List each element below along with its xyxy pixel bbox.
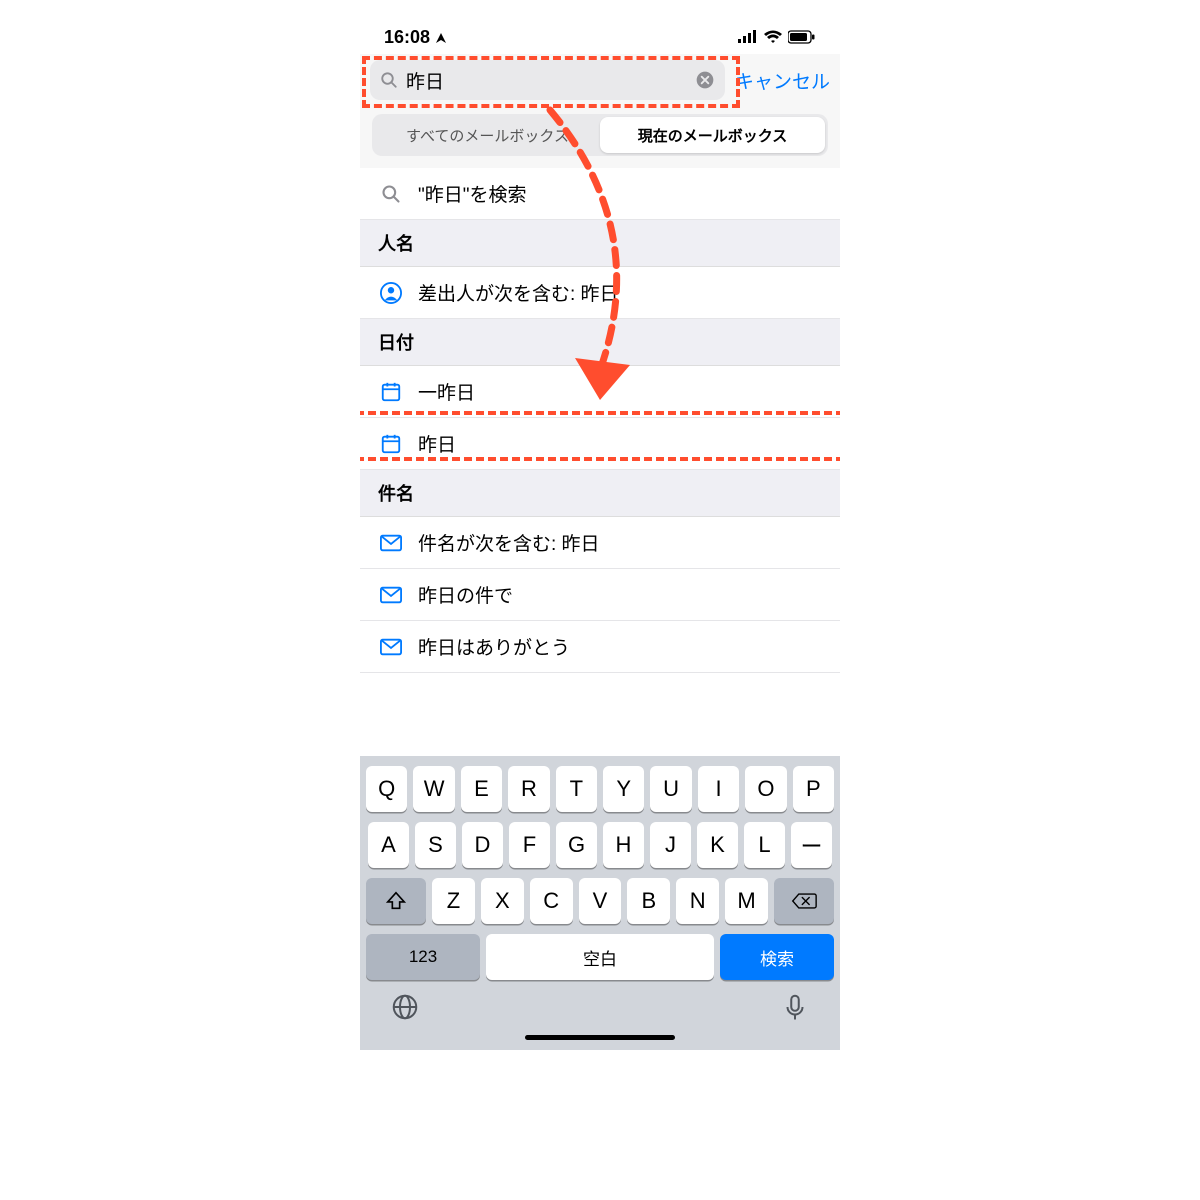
seg-all-mailboxes[interactable]: すべてのメールボックス <box>375 117 600 153</box>
keyboard[interactable]: QWERTYUIOP ASDFGHJKLー ZXCVBNM 123 空白 検索 <box>360 756 840 1050</box>
seg-current-mailbox[interactable]: 現在のメールボックス <box>600 117 825 153</box>
key-I[interactable]: I <box>698 766 739 812</box>
signal-icon <box>738 30 758 44</box>
status-time: 16:08 <box>384 27 447 48</box>
person-icon <box>378 282 404 304</box>
envelope-icon <box>378 534 404 552</box>
mic-key[interactable] <box>780 992 810 1027</box>
return-key[interactable]: 検索 <box>720 934 834 980</box>
search-input[interactable]: 昨日 <box>370 60 725 100</box>
keyboard-row-1: QWERTYUIOP <box>366 766 834 812</box>
search-icon <box>380 71 398 89</box>
location-icon <box>435 32 447 44</box>
segmented-wrap: すべてのメールボックス 現在のメールボックス <box>360 106 840 168</box>
key-A[interactable]: A <box>368 822 409 868</box>
status-bar: 16:08 <box>360 20 840 54</box>
cancel-button[interactable]: キャンセル <box>735 67 830 94</box>
key-W[interactable]: W <box>413 766 454 812</box>
keyboard-bottom-row: 123 空白 検索 <box>366 934 834 980</box>
key-E[interactable]: E <box>461 766 502 812</box>
key-K[interactable]: K <box>697 822 738 868</box>
key-Z[interactable]: Z <box>432 878 475 924</box>
search-row: 昨日 キャンセル <box>360 54 840 106</box>
section-people: 人名 <box>360 220 840 267</box>
subject-row-1-label: 件名が次を含む: 昨日 <box>418 529 600 556</box>
numeric-key[interactable]: 123 <box>366 934 480 980</box>
clear-icon[interactable] <box>695 70 715 90</box>
mailbox-scope-segmented[interactable]: すべてのメールボックス 現在のメールボックス <box>372 114 828 156</box>
key-M[interactable]: M <box>725 878 768 924</box>
key-B[interactable]: B <box>627 878 670 924</box>
key-P[interactable]: P <box>793 766 834 812</box>
calendar-icon <box>378 433 404 455</box>
status-right <box>738 30 816 44</box>
subject-row-3[interactable]: 昨日はありがとう <box>360 621 840 673</box>
people-row[interactable]: 差出人が次を含む: 昨日 <box>360 267 840 319</box>
keyboard-row-3: ZXCVBNM <box>366 878 834 924</box>
key-R[interactable]: R <box>508 766 549 812</box>
date-row-2-label: 昨日 <box>418 430 456 457</box>
key-N[interactable]: N <box>676 878 719 924</box>
key-T[interactable]: T <box>556 766 597 812</box>
date-row-1-label: 一昨日 <box>418 378 475 405</box>
status-time-text: 16:08 <box>384 27 430 47</box>
subject-row-3-label: 昨日はありがとう <box>418 633 570 660</box>
calendar-icon <box>378 381 404 403</box>
shift-icon <box>385 890 407 912</box>
key-H[interactable]: H <box>603 822 644 868</box>
home-indicator[interactable] <box>525 1035 675 1040</box>
space-key[interactable]: 空白 <box>486 934 714 980</box>
keyboard-row-2: ASDFGHJKLー <box>366 822 834 868</box>
key-F[interactable]: F <box>509 822 550 868</box>
keyboard-icon-row <box>366 988 834 1027</box>
key-X[interactable]: X <box>481 878 524 924</box>
subject-row-1[interactable]: 件名が次を含む: 昨日 <box>360 517 840 569</box>
key-Q[interactable]: Q <box>366 766 407 812</box>
key-L[interactable]: L <box>744 822 785 868</box>
wifi-icon <box>764 30 782 44</box>
search-icon <box>378 184 404 204</box>
key-Y[interactable]: Y <box>603 766 644 812</box>
envelope-icon <box>378 638 404 656</box>
key-U[interactable]: U <box>650 766 691 812</box>
search-for-label: "昨日"を検索 <box>418 180 527 207</box>
delete-key[interactable] <box>774 878 834 924</box>
date-row-1[interactable]: 一昨日 <box>360 366 840 418</box>
shift-key[interactable] <box>366 878 426 924</box>
key-D[interactable]: D <box>462 822 503 868</box>
date-row-2[interactable]: 昨日 <box>360 418 840 470</box>
people-row-label: 差出人が次を含む: 昨日 <box>418 279 619 306</box>
key-V[interactable]: V <box>579 878 622 924</box>
subject-row-2-label: 昨日の件で <box>418 581 513 608</box>
globe-icon <box>390 992 420 1022</box>
key-C[interactable]: C <box>530 878 573 924</box>
globe-key[interactable] <box>390 992 420 1027</box>
key-G[interactable]: G <box>556 822 597 868</box>
key-ー[interactable]: ー <box>791 822 832 868</box>
battery-icon <box>788 30 816 44</box>
subject-row-2[interactable]: 昨日の件で <box>360 569 840 621</box>
search-value: 昨日 <box>406 67 687 94</box>
key-J[interactable]: J <box>650 822 691 868</box>
envelope-icon <box>378 586 404 604</box>
backspace-icon <box>791 891 817 911</box>
key-S[interactable]: S <box>415 822 456 868</box>
section-subject: 件名 <box>360 470 840 517</box>
phone-frame: 16:08 昨日 キャンセル すべてのメールボックス 現在のメールボックス "昨… <box>360 20 840 1050</box>
mic-icon <box>780 992 810 1022</box>
key-O[interactable]: O <box>745 766 786 812</box>
section-date: 日付 <box>360 319 840 366</box>
search-for-row[interactable]: "昨日"を検索 <box>360 168 840 220</box>
